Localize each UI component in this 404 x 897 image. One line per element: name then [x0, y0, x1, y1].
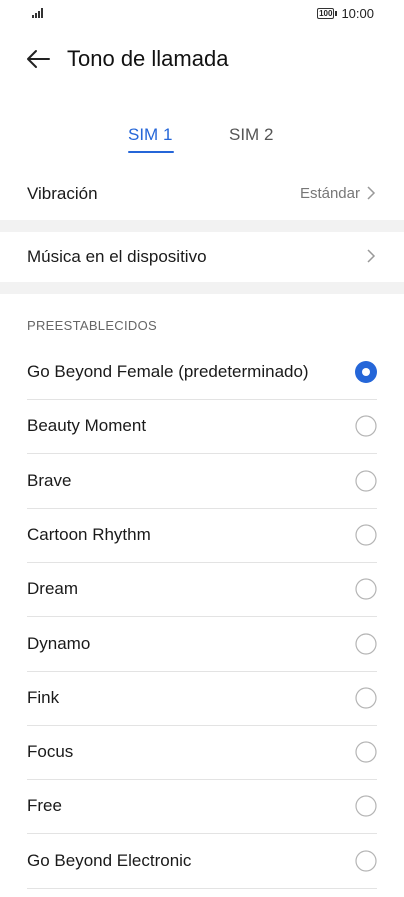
row-separator	[27, 833, 377, 834]
ringtone-item[interactable]: Brave	[0, 455, 404, 509]
ringtone-label: Dream	[27, 579, 79, 598]
radio-unselected-icon[interactable]	[355, 850, 377, 872]
ringtone-label: Cartoon Rhythm	[27, 525, 151, 544]
section-divider	[0, 282, 404, 294]
device-music-label: Música en el dispositivo	[27, 247, 207, 266]
ringtone-item[interactable]: Go Beyond Female (predeterminado)	[0, 346, 404, 400]
ringtone-item[interactable]: Focus	[0, 726, 404, 780]
vibration-row[interactable]: Vibración Estándar	[0, 170, 404, 216]
radio-unselected-icon[interactable]	[355, 741, 377, 763]
ringtone-label: Brave	[27, 471, 72, 490]
radio-unselected-icon[interactable]	[355, 578, 377, 600]
battery-icon: 100	[317, 8, 338, 19]
radio-unselected-icon[interactable]	[355, 633, 377, 655]
ringtone-item[interactable]: Dream	[0, 563, 404, 617]
radio-unselected-icon[interactable]	[355, 687, 377, 709]
page-title: Tono de llamada	[67, 46, 229, 71]
ringtone-label: Beauty Moment	[27, 416, 147, 435]
chevron-right-icon	[367, 186, 376, 200]
ringtone-item[interactable]: Beauty Moment	[0, 400, 404, 454]
ringtone-item[interactable]: Fink	[0, 672, 404, 726]
ringtone-label: Go Beyond Electronic	[27, 851, 192, 870]
section-divider	[0, 220, 404, 232]
vibration-label: Vibración	[27, 184, 98, 203]
ringtone-label: Go Beyond Female (predeterminado)	[27, 362, 309, 381]
chevron-right-icon	[367, 249, 376, 263]
device-music-row[interactable]: Música en el dispositivo	[0, 232, 404, 282]
tab-sim-2[interactable]: SIM 2	[229, 125, 273, 145]
radio-unselected-icon[interactable]	[355, 470, 377, 492]
status-right: 100 10:00	[317, 6, 374, 21]
radio-unselected-icon[interactable]	[355, 415, 377, 437]
header: Tono de llamada	[0, 38, 404, 82]
presets-header: PREESTABLECIDOS	[27, 318, 157, 333]
row-separator	[27, 453, 377, 454]
ringtone-label: Free	[27, 796, 62, 815]
signal-icon	[32, 8, 46, 18]
radio-unselected-icon[interactable]	[355, 795, 377, 817]
status-bar: 100 10:00	[0, 0, 404, 30]
radio-unselected-icon[interactable]	[355, 524, 377, 546]
sim-tabs: SIM 1 SIM 2	[0, 122, 404, 156]
battery-level: 100	[317, 8, 335, 19]
ringtone-item[interactable]: Go Beyond Electronic	[0, 835, 404, 889]
active-tab-indicator	[128, 151, 174, 153]
radio-selected-icon[interactable]	[355, 361, 377, 383]
ringtone-item[interactable]: Cartoon Rhythm	[0, 509, 404, 563]
row-separator	[27, 616, 377, 617]
row-separator	[27, 888, 377, 889]
tab-sim-1[interactable]: SIM 1	[128, 125, 172, 145]
clock: 10:00	[341, 6, 374, 21]
ringtone-label: Dynamo	[27, 634, 91, 653]
ringtone-label: Fink	[27, 688, 60, 707]
ringtone-label: Focus	[27, 742, 74, 761]
arrow-left-icon[interactable]	[25, 46, 51, 72]
ringtone-item[interactable]: Free	[0, 780, 404, 834]
ringtone-item[interactable]: Dynamo	[0, 618, 404, 672]
vibration-value: Estándar	[299, 185, 360, 202]
